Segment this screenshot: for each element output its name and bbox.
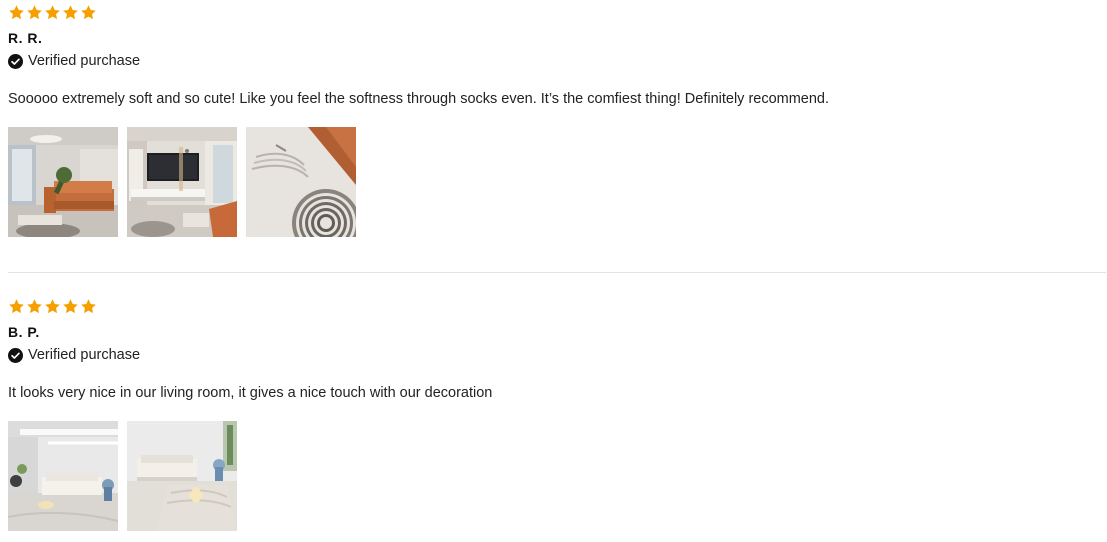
star-icon (80, 298, 97, 315)
star-icon (26, 4, 43, 21)
reviewer-name: R. R. (8, 30, 43, 46)
reviewer-name: B. P. (8, 324, 40, 340)
star-icon (62, 4, 79, 21)
star-icon (44, 298, 61, 315)
star-rating (8, 4, 1106, 21)
review-photo[interactable] (246, 127, 356, 237)
verified-label: Verified purchase (28, 53, 141, 69)
verified-purchase-badge: Verified purchase (8, 347, 140, 363)
star-icon (8, 298, 25, 315)
review-card: R. R. Verified purchase Sooooo extremely… (8, 4, 1106, 237)
review-photo[interactable] (8, 127, 118, 237)
star-icon (44, 4, 61, 21)
review-text: It looks very nice in our living room, i… (8, 385, 493, 401)
review-photos (8, 127, 356, 237)
review-photos (8, 421, 237, 531)
star-icon (8, 4, 25, 21)
review-photo[interactable] (8, 421, 118, 531)
verified-purchase-badge: Verified purchase (8, 53, 140, 69)
review-photo[interactable] (127, 421, 237, 531)
check-circle-icon (8, 348, 23, 363)
star-rating (8, 298, 1106, 315)
star-icon (80, 4, 97, 21)
star-icon (62, 298, 79, 315)
review-photo[interactable] (127, 127, 237, 237)
check-circle-icon (8, 54, 23, 69)
star-icon (26, 298, 43, 315)
review-card: B. P. Verified purchase It looks very ni… (8, 298, 1106, 531)
review-text: Sooooo extremely soft and so cute! Like … (8, 91, 830, 107)
review-divider (8, 272, 1106, 273)
verified-label: Verified purchase (28, 347, 141, 363)
